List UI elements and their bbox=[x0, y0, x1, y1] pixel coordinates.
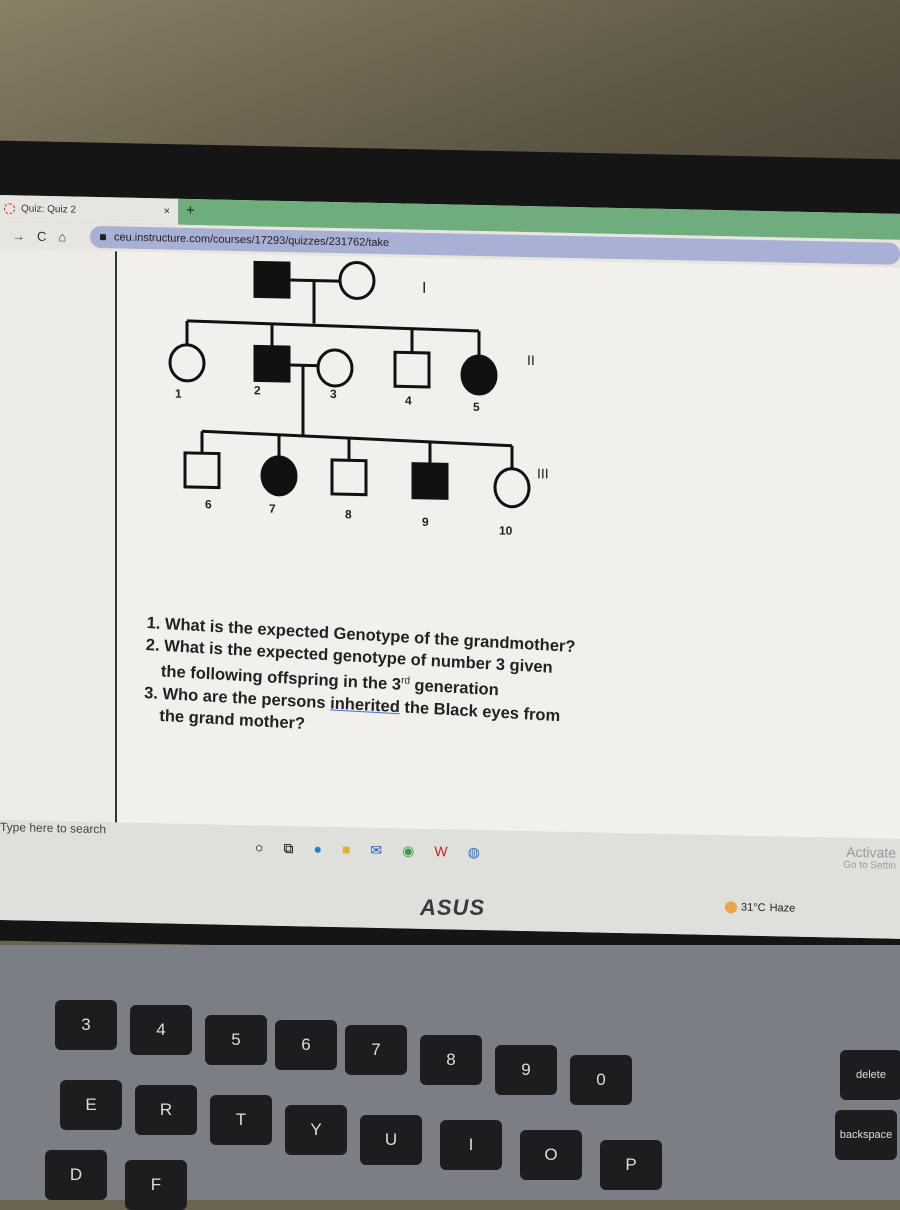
label-8: 8 bbox=[345, 507, 352, 521]
gen2-person-1 bbox=[168, 343, 206, 383]
tab-quiz[interactable]: Quiz: Quiz 2 × bbox=[0, 195, 178, 225]
pedigree-chart: I II III 1 2 3 4 5 6 7 8 9 10 bbox=[168, 260, 549, 538]
label-5: 5 bbox=[473, 400, 480, 414]
gen3-person-8 bbox=[330, 458, 368, 497]
key-I[interactable]: I bbox=[440, 1120, 502, 1170]
activate-text: Activate bbox=[846, 843, 896, 861]
gen1-grandmother bbox=[338, 260, 376, 300]
taskbar-search[interactable]: Type here to search bbox=[0, 820, 106, 836]
weather-widget[interactable]: 31°C Haze bbox=[725, 901, 796, 915]
key-O[interactable]: O bbox=[520, 1130, 582, 1180]
label-6: 6 bbox=[205, 497, 212, 511]
cortana-icon[interactable]: ○ bbox=[255, 839, 263, 856]
gen3-person-10 bbox=[493, 467, 531, 509]
key-9[interactable]: 9 bbox=[495, 1045, 557, 1095]
lock-icon bbox=[100, 234, 106, 241]
key-delete[interactable]: delete bbox=[840, 1050, 900, 1100]
screen: Quiz: Quiz 2 × + → C ⌂ ceu.instructure.c… bbox=[0, 195, 900, 939]
url-text: ceu.instructure.com/courses/17293/quizze… bbox=[114, 231, 390, 250]
gen3-person-7 bbox=[260, 455, 298, 497]
temperature: 31°C bbox=[741, 901, 766, 915]
gen2-person-4 bbox=[393, 350, 431, 389]
edge-icon[interactable]: ● bbox=[313, 841, 321, 858]
reload-button[interactable]: C bbox=[37, 228, 46, 243]
key-3[interactable]: 3 bbox=[55, 1000, 117, 1050]
key-E[interactable]: E bbox=[60, 1080, 122, 1130]
wps-icon[interactable]: W bbox=[434, 843, 447, 860]
activate-sub: Go to Settin bbox=[843, 859, 896, 872]
home-button[interactable]: ⌂ bbox=[58, 229, 66, 244]
label-1: 1 bbox=[175, 387, 182, 401]
weather-condition: Haze bbox=[769, 902, 796, 915]
tab-title: Quiz: Quiz 2 bbox=[21, 202, 77, 216]
label-2: 2 bbox=[254, 383, 261, 397]
key-T[interactable]: T bbox=[210, 1095, 272, 1145]
mail-icon[interactable]: ✉ bbox=[370, 842, 382, 859]
key-backspace[interactable]: backspace bbox=[835, 1110, 897, 1160]
key-Y[interactable]: Y bbox=[285, 1105, 347, 1155]
key-4[interactable]: 4 bbox=[130, 1005, 192, 1055]
forward-button[interactable]: → bbox=[12, 228, 25, 243]
gen2-person-5 bbox=[460, 354, 498, 396]
generation-label-3: III bbox=[537, 465, 549, 481]
key-8[interactable]: 8 bbox=[420, 1035, 482, 1085]
gen1-grandfather bbox=[253, 260, 291, 299]
other-app-icon[interactable]: ◍ bbox=[468, 844, 480, 861]
key-P[interactable]: P bbox=[600, 1140, 662, 1190]
key-U[interactable]: U bbox=[360, 1115, 422, 1165]
generation-label-2: II bbox=[527, 352, 535, 368]
gen2-person-2 bbox=[253, 344, 291, 383]
asus-logo: ASUS bbox=[420, 895, 486, 920]
taskbar-apps: ○ ⧉ ● ■ ✉ ◉ W ◍ bbox=[255, 839, 480, 861]
label-10: 10 bbox=[499, 523, 513, 537]
generation-label-1: I bbox=[422, 280, 426, 297]
key-F[interactable]: F bbox=[125, 1160, 187, 1210]
key-5[interactable]: 5 bbox=[205, 1015, 267, 1065]
new-tab-button[interactable]: + bbox=[186, 202, 195, 219]
key-6[interactable]: 6 bbox=[275, 1020, 337, 1070]
key-R[interactable]: R bbox=[135, 1085, 197, 1135]
weather-icon bbox=[725, 901, 737, 914]
q3-underlined: inherited bbox=[329, 693, 401, 716]
key-D[interactable]: D bbox=[45, 1150, 107, 1200]
task-view-icon[interactable]: ⧉ bbox=[283, 840, 293, 857]
label-7: 7 bbox=[269, 502, 276, 516]
quiz-page: I II III 1 2 3 4 5 6 7 8 9 10 1. What is… bbox=[115, 251, 900, 868]
close-tab-icon[interactable]: × bbox=[164, 205, 170, 217]
label-4: 4 bbox=[405, 393, 412, 407]
gen2-person-3 bbox=[316, 348, 354, 388]
taskbar: Type here to search Activate Go to Settin… bbox=[0, 820, 900, 939]
label-9: 9 bbox=[422, 515, 429, 529]
gen3-person-9 bbox=[411, 462, 449, 500]
label-3: 3 bbox=[330, 387, 337, 401]
file-explorer-icon[interactable]: ■ bbox=[342, 841, 350, 858]
canvas-favicon-icon bbox=[4, 202, 15, 214]
activate-windows-watermark: Activate Go to Settin bbox=[843, 844, 896, 872]
key-0[interactable]: 0 bbox=[570, 1055, 632, 1105]
key-7[interactable]: 7 bbox=[345, 1025, 407, 1075]
chrome-icon[interactable]: ◉ bbox=[402, 842, 414, 859]
gen3-person-6 bbox=[183, 451, 221, 490]
q2-line2-end: generation bbox=[409, 676, 500, 700]
questions: 1. What is the expected Genotype of the … bbox=[143, 612, 576, 749]
